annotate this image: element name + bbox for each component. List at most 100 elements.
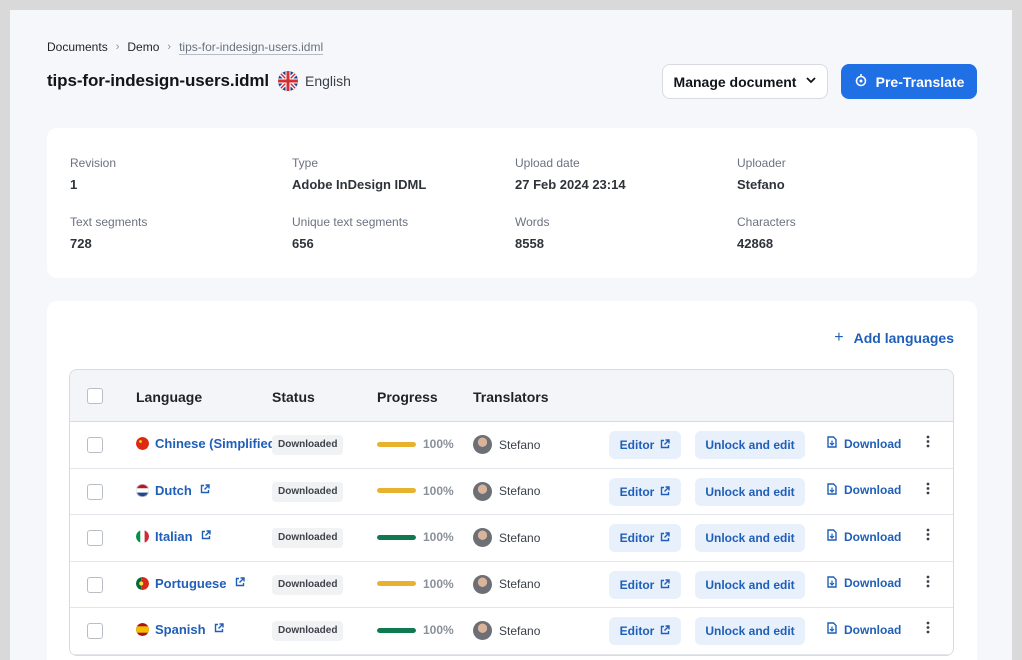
info-value: 656 xyxy=(292,236,314,251)
translator-name: Stefano xyxy=(499,623,541,638)
editor-button[interactable]: Editor xyxy=(609,524,681,552)
select-all-checkbox[interactable] xyxy=(87,388,103,404)
more-options-icon[interactable] xyxy=(926,482,930,498)
document-language: English xyxy=(278,71,351,91)
more-options-icon[interactable] xyxy=(926,528,930,544)
add-languages-button[interactable]: + Add languages xyxy=(834,329,954,347)
row-checkbox[interactable] xyxy=(87,623,103,639)
progress-percent: 100% xyxy=(423,437,454,451)
translator-name: Stefano xyxy=(499,437,541,452)
breadcrumb: Documents › Demo › tips-for-indesign-use… xyxy=(47,40,323,54)
chevron-down-icon xyxy=(806,76,817,87)
progress-bar-fill xyxy=(377,581,416,586)
language-link[interactable]: Portuguese xyxy=(136,576,245,591)
column-language: Language xyxy=(136,389,203,405)
info-uploader: Uploader Stefano xyxy=(737,156,786,192)
language-link[interactable]: Spanish xyxy=(136,622,224,637)
editor-button[interactable]: Editor xyxy=(609,570,681,599)
download-icon xyxy=(827,575,837,591)
download-button[interactable]: Download xyxy=(827,622,901,637)
external-link-icon xyxy=(201,530,211,543)
manage-document-button[interactable]: Manage document xyxy=(662,64,828,99)
translator: Stefano xyxy=(473,481,540,501)
pre-translate-button[interactable]: Pre-Translate xyxy=(841,64,977,99)
unlock-and-edit-button[interactable]: Unlock and edit xyxy=(695,431,805,459)
translator-name: Stefano xyxy=(499,577,541,591)
unlock-label: Unlock and edit xyxy=(705,531,795,545)
download-button[interactable]: Download xyxy=(827,436,901,451)
breadcrumb-current[interactable]: tips-for-indesign-users.idml xyxy=(179,40,323,54)
language-link[interactable]: Dutch xyxy=(136,483,210,498)
china-flag-icon xyxy=(136,437,149,450)
download-button[interactable]: Download xyxy=(827,529,901,544)
unlock-and-edit-button[interactable]: Unlock and edit xyxy=(695,617,805,645)
external-link-icon xyxy=(660,578,671,592)
more-options-icon[interactable] xyxy=(926,435,930,451)
page-title: tips-for-indesign-users.idml xyxy=(47,71,269,90)
editor-button[interactable]: Editor xyxy=(609,431,681,459)
unlock-and-edit-button[interactable]: Unlock and edit xyxy=(695,524,805,552)
info-text-segments: Text segments 728 xyxy=(70,215,147,251)
row-checkbox[interactable] xyxy=(87,483,103,500)
table-row: Spanish Downloaded 100% Stefano Editor U… xyxy=(70,608,953,655)
info-value: 728 xyxy=(70,236,92,251)
document-info-card: Revision 1 Type Adobe InDesign IDML Uplo… xyxy=(47,128,977,278)
avatar xyxy=(473,435,492,454)
row-checkbox[interactable] xyxy=(87,530,103,546)
row-checkbox[interactable] xyxy=(87,576,103,593)
editor-label: Editor xyxy=(619,531,655,545)
table-row: Portuguese Downloaded 100% Stefano Edito… xyxy=(70,561,953,608)
languages-card: + Add languages Language Status Progress… xyxy=(47,301,977,660)
external-link-icon xyxy=(660,624,671,638)
external-link-icon xyxy=(660,485,671,499)
editor-label: Editor xyxy=(619,624,655,638)
info-upload-date: Upload date 27 Feb 2024 23:14 xyxy=(515,156,626,192)
editor-button[interactable]: Editor xyxy=(609,477,681,506)
uk-flag-icon xyxy=(278,71,298,91)
robot-icon xyxy=(854,73,868,90)
download-label: Download xyxy=(844,529,902,544)
progress-bar xyxy=(377,534,416,540)
progress-bar xyxy=(377,627,416,633)
pre-translate-label: Pre-Translate xyxy=(875,73,965,90)
table-row: Italian Downloaded 100% Stefano Editor U… xyxy=(70,515,953,562)
more-options-icon[interactable] xyxy=(926,575,930,591)
translator: Stefano xyxy=(473,435,540,454)
avatar xyxy=(473,528,492,547)
info-value: 27 Feb 2024 23:14 xyxy=(515,177,626,192)
unlock-and-edit-button[interactable]: Unlock and edit xyxy=(695,570,805,599)
italy-flag-icon xyxy=(136,530,149,543)
document-language-label: English xyxy=(305,73,351,89)
breadcrumb-demo[interactable]: Demo xyxy=(127,40,159,54)
progress-percent: 100% xyxy=(423,530,454,544)
language-name: Portuguese xyxy=(155,575,227,591)
status-badge: Downloaded xyxy=(272,574,344,595)
more-options-icon[interactable] xyxy=(926,621,930,637)
progress-indicator: 100% xyxy=(377,530,454,544)
breadcrumb-documents[interactable]: Documents xyxy=(47,40,108,54)
download-label: Download xyxy=(844,483,902,497)
language-link[interactable]: Italian xyxy=(136,529,211,544)
language-name: Chinese (Simplified) xyxy=(155,436,280,451)
progress-indicator: 100% xyxy=(377,577,454,591)
plus-icon: + xyxy=(834,329,844,346)
language-link[interactable]: Chinese (Simplified) xyxy=(136,436,280,451)
table-body: Chinese (Simplified) Downloaded 100% Ste… xyxy=(70,422,953,655)
progress-bar-fill xyxy=(377,534,416,540)
progress-bar-fill xyxy=(377,627,416,633)
download-button[interactable]: Download xyxy=(827,575,901,591)
info-label: Unique text segments xyxy=(292,215,409,229)
download-button[interactable]: Download xyxy=(827,482,902,498)
avatar xyxy=(473,574,492,594)
translator-name: Stefano xyxy=(499,530,541,545)
info-type: Type Adobe InDesign IDML xyxy=(292,156,426,192)
translator: Stefano xyxy=(473,528,540,547)
unlock-and-edit-button[interactable]: Unlock and edit xyxy=(695,477,805,506)
manage-document-label: Manage document xyxy=(673,73,797,90)
row-checkbox[interactable] xyxy=(87,437,103,453)
translator: Stefano xyxy=(473,574,541,594)
status-badge: Downloaded xyxy=(272,481,344,502)
editor-button[interactable]: Editor xyxy=(609,617,681,645)
info-value: 8558 xyxy=(515,236,544,251)
info-label: Characters xyxy=(737,215,796,229)
